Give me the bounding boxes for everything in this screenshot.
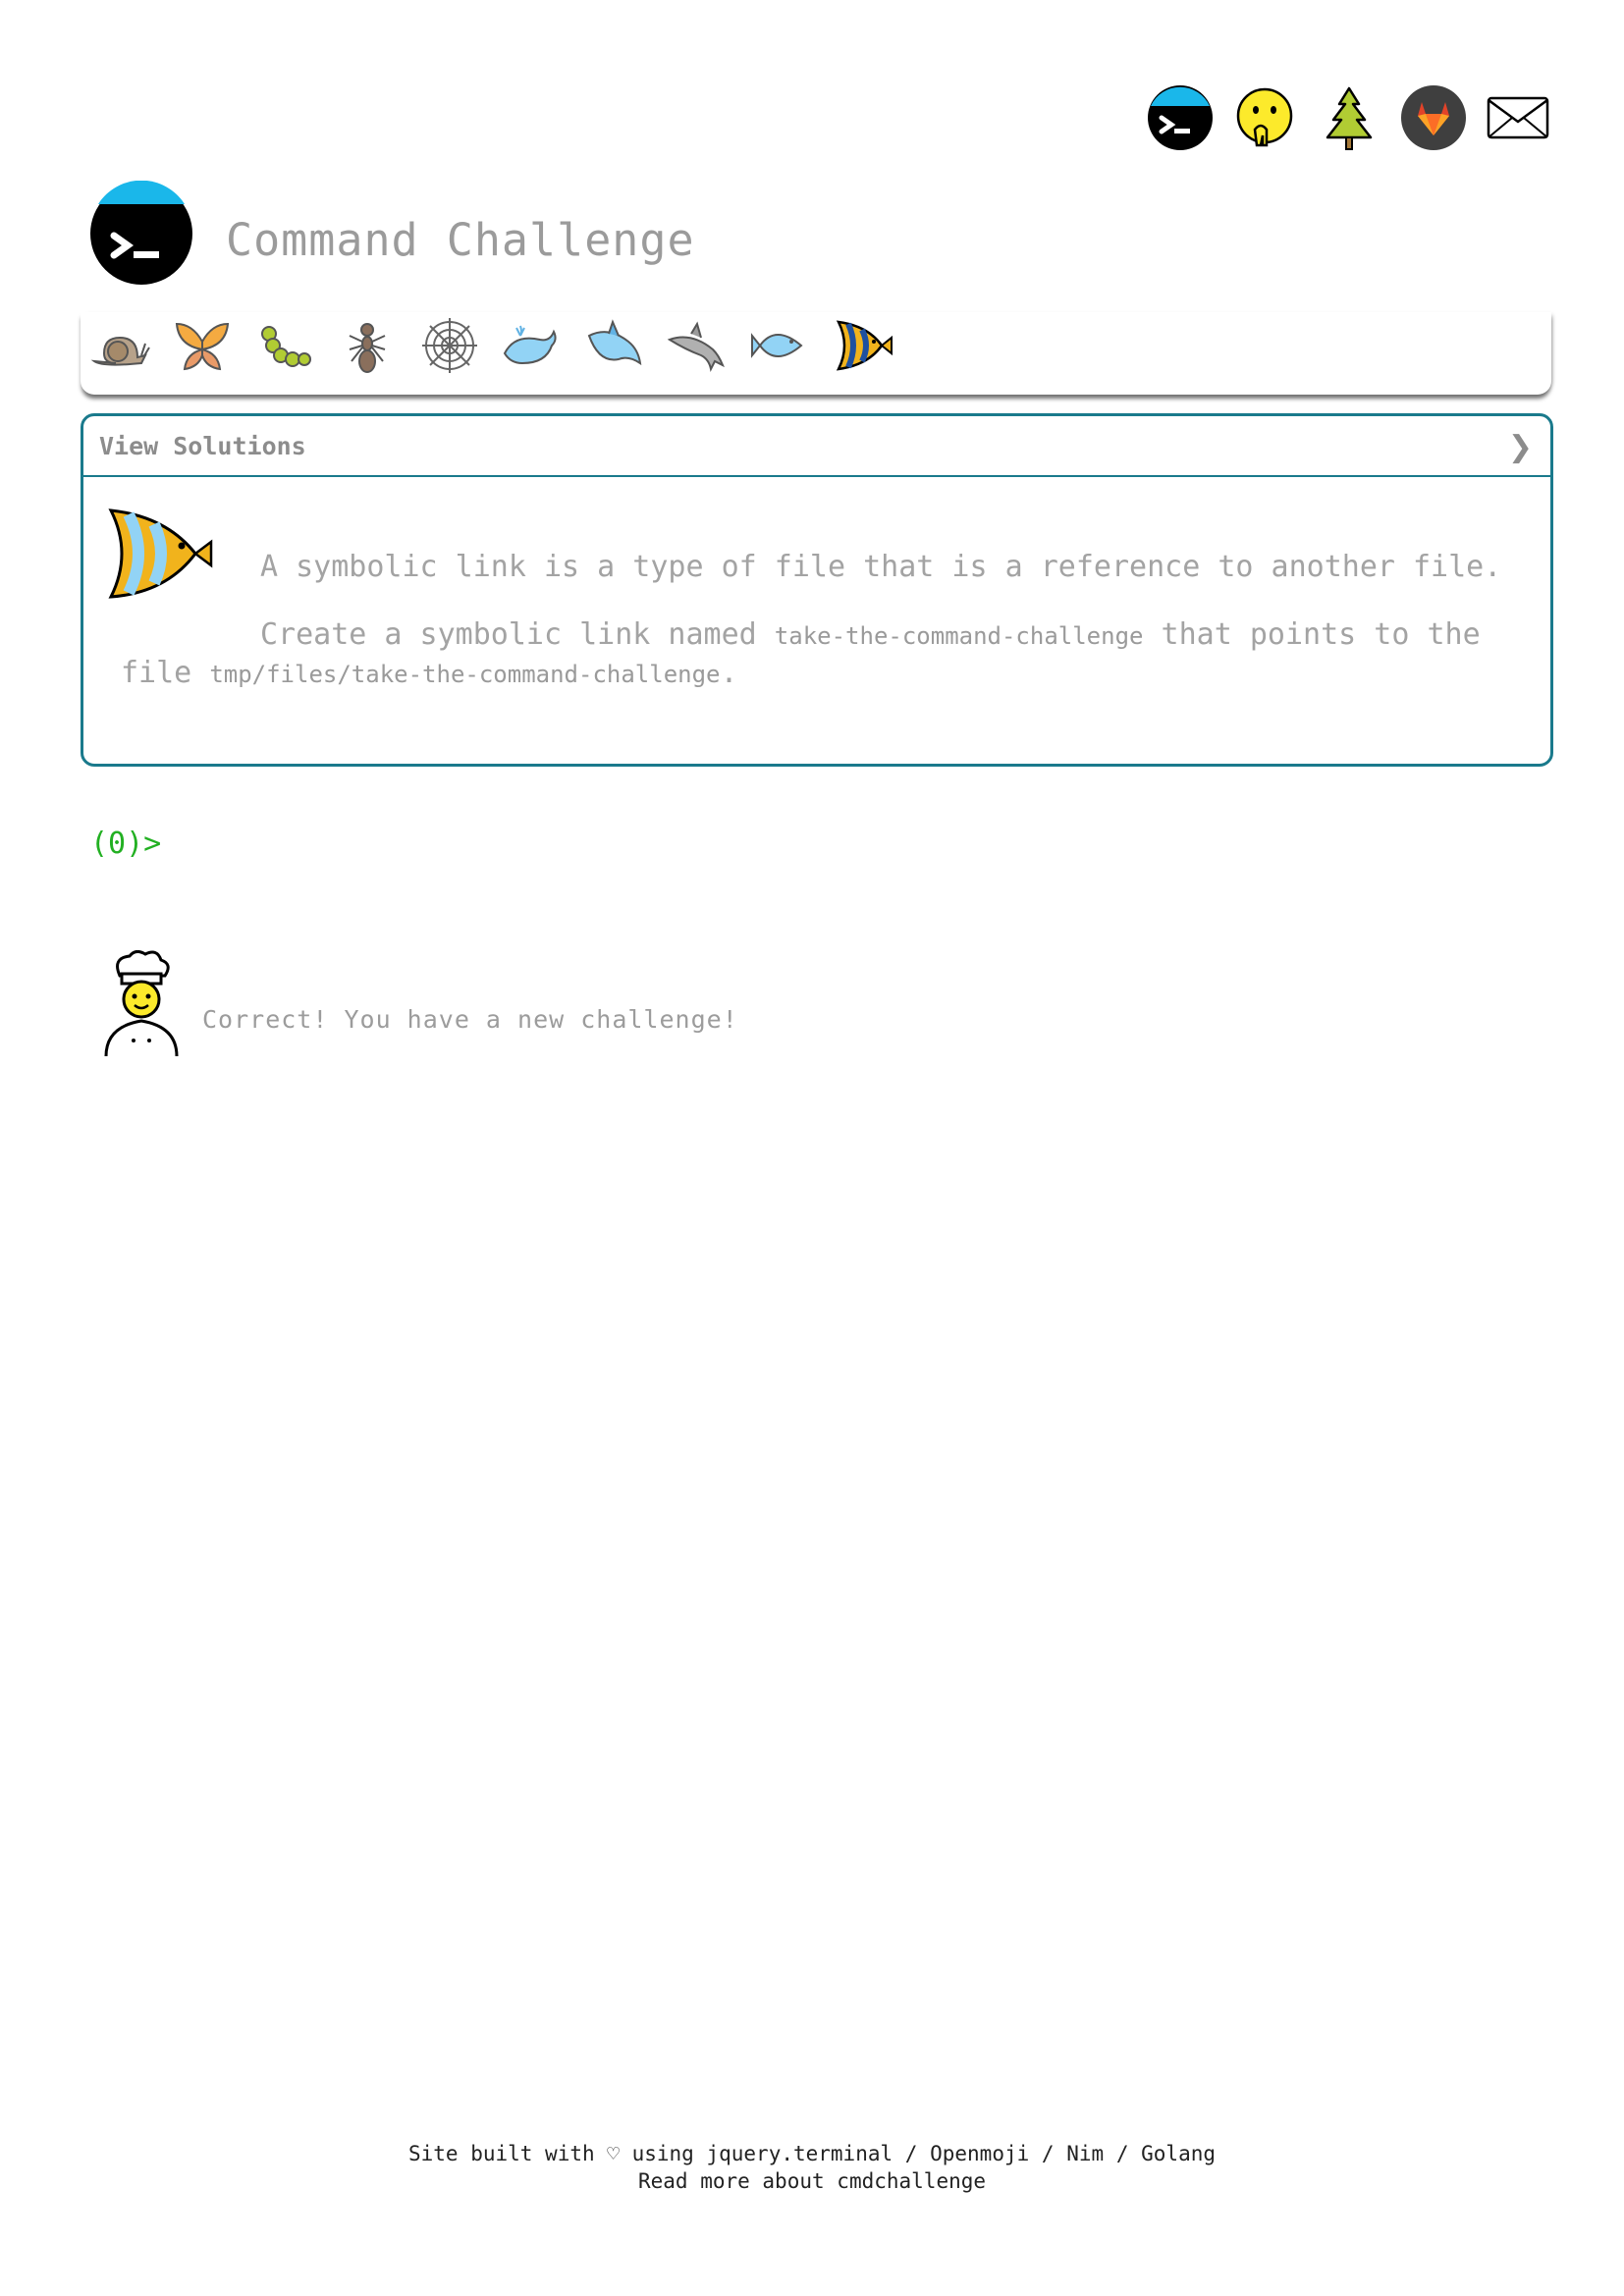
tropical-fish-icon xyxy=(105,507,215,601)
hand-over-mouth-icon[interactable] xyxy=(1229,82,1300,153)
cmdchallenge-link[interactable]: cmdchallenge xyxy=(837,2169,986,2193)
target-path-code: tmp/files/take-the-command-challenge xyxy=(209,661,721,688)
view-solutions-label: View Solutions xyxy=(99,432,306,460)
level-selector xyxy=(88,314,893,377)
heart-icon: ♡ xyxy=(607,2142,620,2165)
status-message: Correct! You have a new challenge! xyxy=(202,1005,738,1034)
terminal-icon[interactable] xyxy=(1145,82,1216,153)
gitlab-icon[interactable] xyxy=(1398,82,1469,153)
snail-icon[interactable] xyxy=(88,314,151,377)
logo[interactable] xyxy=(88,180,194,287)
footer-line-1: Site built with ♡ using jquery.terminal … xyxy=(0,2140,1624,2167)
whale-icon[interactable] xyxy=(501,314,564,377)
challenge-panel: View Solutions ❯ A symbolic link is a ty… xyxy=(81,413,1553,767)
separator: / xyxy=(1115,2142,1129,2165)
caterpillar-icon[interactable] xyxy=(253,314,316,377)
nim-link[interactable]: Nim xyxy=(1066,2142,1104,2165)
mail-icon[interactable] xyxy=(1483,82,1553,153)
link-name-code: take-the-command-challenge xyxy=(774,622,1144,650)
fish-icon[interactable] xyxy=(748,314,811,377)
ant-icon[interactable] xyxy=(336,314,399,377)
footer-text: Site built with xyxy=(407,2142,595,2165)
footer-text: Read more about xyxy=(637,2169,825,2193)
tree-icon[interactable] xyxy=(1314,82,1384,153)
footer: Site built with ♡ using jquery.terminal … xyxy=(0,2140,1624,2195)
terminal-prompt[interactable]: (0)> xyxy=(90,827,161,861)
view-solutions-toggle[interactable]: View Solutions ❯ xyxy=(83,416,1550,477)
shark-icon[interactable] xyxy=(583,314,646,377)
chevron-right-icon: ❯ xyxy=(1507,430,1533,464)
task-text: . xyxy=(720,656,738,690)
butterfly-icon[interactable] xyxy=(171,314,234,377)
page-title: Command Challenge xyxy=(226,214,695,266)
challenge-description-task: Create a symbolic link named take-the-co… xyxy=(121,616,1535,693)
tropical-fish-icon[interactable] xyxy=(831,314,893,377)
separator: / xyxy=(1041,2142,1055,2165)
dolphin-icon[interactable] xyxy=(666,314,729,377)
chef-icon xyxy=(102,949,181,1057)
task-text: Create a symbolic link named xyxy=(260,617,775,652)
spider-web-icon[interactable] xyxy=(418,314,481,377)
separator: / xyxy=(904,2142,918,2165)
footer-line-2: Read more about cmdchallenge xyxy=(0,2167,1624,2195)
top-nav xyxy=(1145,82,1553,153)
challenge-description-intro: A symbolic link is a type of file that i… xyxy=(260,550,1502,584)
golang-link[interactable]: Golang xyxy=(1141,2142,1216,2165)
openmoji-link[interactable]: Openmoji xyxy=(930,2142,1029,2165)
jquery-terminal-link[interactable]: jquery.terminal xyxy=(706,2142,893,2165)
footer-text: using xyxy=(631,2142,694,2165)
